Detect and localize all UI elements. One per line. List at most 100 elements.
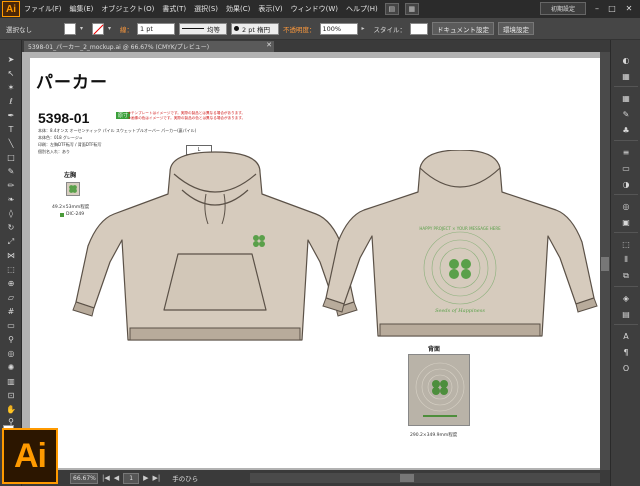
lasso-tool-icon[interactable]: ℓ: [3, 96, 19, 107]
perspective-grid-tool-icon[interactable]: ▱: [3, 292, 19, 303]
direct-selection-tool-icon[interactable]: ↖: [3, 68, 19, 79]
shape-builder-tool-icon[interactable]: ⊕: [3, 278, 19, 289]
color-panel-icon[interactable]: ◐: [617, 54, 635, 66]
back-print-preview-art: [415, 362, 465, 417]
close-icon[interactable]: ✕: [266, 41, 272, 49]
opacity-label[interactable]: 不透明度：: [283, 24, 316, 34]
chevron-down-icon[interactable]: ▾: [108, 23, 116, 35]
magic-wand-tool-icon[interactable]: ✶: [3, 82, 19, 93]
next-page-icon[interactable]: ▶: [143, 474, 148, 482]
gradient-tool-icon[interactable]: ▭: [3, 320, 19, 331]
bridge-icon[interactable]: ▤: [384, 3, 399, 15]
arrange-documents-icon[interactable]: ▦: [404, 3, 419, 15]
rectangle-tool-icon[interactable]: □: [3, 152, 19, 163]
stroke-profile-field[interactable]: 均等: [179, 22, 227, 35]
align-panel-icon[interactable]: ⫴: [617, 254, 635, 266]
chevron-down-icon[interactable]: ▾: [80, 23, 88, 35]
product-code: 5398-01: [38, 110, 90, 126]
horizontal-scrollbar[interactable]: [250, 473, 600, 483]
color-guide-icon[interactable]: ▦: [617, 70, 635, 82]
pathfinder-panel-icon[interactable]: ⧉: [617, 270, 635, 282]
brushes-panel-icon[interactable]: ✎: [617, 108, 635, 120]
first-page-icon[interactable]: |◀: [102, 474, 110, 482]
page-number-field[interactable]: 1: [123, 472, 140, 484]
pen-tool-icon[interactable]: ✒: [3, 110, 19, 121]
stroke-panel-icon[interactable]: ≡: [617, 146, 635, 158]
workspace-switcher[interactable]: 初期設定: [540, 2, 586, 15]
paragraph-panel-icon[interactable]: ¶: [617, 346, 635, 358]
graphic-styles-panel-icon[interactable]: ▣: [617, 216, 635, 228]
selection-tool-icon[interactable]: ➤: [3, 54, 19, 65]
illustrator-window: Ai ファイル(F) 編集(E) オブジェクト(O) 書式(T) 選択(S) 効…: [0, 0, 640, 486]
transparency-panel-icon[interactable]: ◑: [617, 178, 635, 190]
chevron-right-icon[interactable]: ▸: [362, 23, 370, 35]
blend-tool-icon[interactable]: ◎: [3, 348, 19, 359]
layers-panel-icon[interactable]: ◈: [617, 292, 635, 304]
line-tool-icon[interactable]: ╲: [3, 138, 19, 149]
type-tool-icon[interactable]: T: [3, 124, 19, 135]
stroke-style-label: 均等: [207, 25, 220, 34]
width-tool-icon[interactable]: ⋈: [3, 250, 19, 261]
last-page-icon[interactable]: ▶|: [153, 474, 161, 482]
page-title: パーカー: [36, 73, 108, 93]
eyedropper-tool-icon[interactable]: ⚲: [3, 334, 19, 345]
gradient-panel-icon[interactable]: ▭: [617, 162, 635, 174]
menu-window[interactable]: ウィンドウ(W): [287, 4, 342, 14]
horizontal-scroll-thumb[interactable]: [400, 474, 414, 482]
vertical-scrollbar[interactable]: [600, 52, 610, 470]
transform-panel-icon[interactable]: ⬚: [617, 238, 635, 250]
stroke-line-preview: [182, 28, 204, 29]
symbols-panel-icon[interactable]: ♣: [617, 124, 635, 136]
eraser-tool-icon[interactable]: ◊: [3, 208, 19, 219]
menu-edit[interactable]: 編集(E): [66, 4, 98, 14]
tools-panel: ➤ ↖ ✶ ℓ ✒ T ╲ □ ✎ ✏ ❧ ◊ ↻ ⤢ ⋈ ⬚ ⊕ ▱ # ▭ …: [0, 40, 22, 486]
blob-brush-tool-icon[interactable]: ❧: [3, 194, 19, 205]
appearance-panel-icon[interactable]: ◎: [617, 200, 635, 212]
fill-swatch[interactable]: [64, 22, 76, 35]
back-dimensions: 290.2×349.9mm程度: [410, 433, 458, 438]
minimize-button[interactable]: –: [590, 2, 604, 15]
spec-print: 印刷：左胸DTF転写 / 背面DTF転写: [38, 142, 102, 147]
menu-file[interactable]: ファイル(F): [20, 4, 66, 14]
stroke-label[interactable]: 線：: [120, 24, 133, 34]
back-label: 背面: [428, 346, 441, 353]
stroke-weight-field[interactable]: 1 pt: [137, 22, 175, 35]
stroke-swatch[interactable]: [92, 22, 104, 35]
pencil-tool-icon[interactable]: ✏: [3, 180, 19, 191]
canvas[interactable]: パーカー 5398-01 原寸 ※テンプレートはイメージです。実際の製品とは異な…: [22, 52, 610, 470]
maximize-button[interactable]: □: [605, 2, 619, 15]
menu-object[interactable]: オブジェクト(O): [97, 4, 158, 14]
swatches-panel-icon[interactable]: ▦: [617, 92, 635, 104]
rotate-tool-icon[interactable]: ↻: [3, 222, 19, 233]
document-setup-button[interactable]: ドキュメント設定: [432, 22, 494, 35]
character-panel-icon[interactable]: A: [617, 330, 635, 342]
mesh-tool-icon[interactable]: #: [3, 306, 19, 317]
back-print-preview: [408, 354, 470, 426]
preferences-button[interactable]: 環境設定: [498, 22, 534, 35]
menu-type[interactable]: 書式(T): [158, 4, 190, 14]
opentype-panel-icon[interactable]: O: [617, 362, 635, 374]
disclaimer-line-2: ※画像の色はイメージです。実際の製品の色とは異なる場合があります。: [128, 116, 246, 120]
hand-tool-icon[interactable]: ✋: [3, 404, 19, 415]
spec-body: 本体：8.4オンス オーセンティック パイル スウェットプルオーバー パーカー(…: [38, 128, 197, 133]
free-transform-tool-icon[interactable]: ⬚: [3, 264, 19, 275]
brush-definition-field[interactable]: 2 pt 楕円: [231, 22, 279, 35]
back-print-bottom-text: Seeds of Happiness: [435, 308, 485, 314]
graphic-style-swatch[interactable]: [410, 22, 428, 35]
prev-page-icon[interactable]: ◀: [114, 474, 119, 482]
zoom-field[interactable]: 66.67%: [70, 472, 98, 484]
column-graph-tool-icon[interactable]: ▥: [3, 376, 19, 387]
document-tab[interactable]: 5398-01_パーカー_2_mockup.ai @ 66.67% (CMYK/…: [24, 41, 274, 52]
opacity-field[interactable]: 100%: [319, 22, 358, 35]
scale-tool-icon[interactable]: ⤢: [3, 236, 19, 247]
menu-effect[interactable]: 効果(C): [222, 4, 254, 14]
close-button[interactable]: ✕: [622, 2, 636, 15]
artboard-tool-icon[interactable]: ⊡: [3, 390, 19, 401]
menu-select[interactable]: 選択(S): [190, 4, 222, 14]
artboards-panel-icon[interactable]: ▤: [617, 308, 635, 320]
symbol-sprayer-tool-icon[interactable]: ✺: [3, 362, 19, 373]
paintbrush-tool-icon[interactable]: ✎: [3, 166, 19, 177]
menu-help[interactable]: ヘルプ(H): [342, 4, 382, 14]
menu-view[interactable]: 表示(V): [254, 4, 286, 14]
vertical-scroll-thumb[interactable]: [601, 257, 609, 271]
